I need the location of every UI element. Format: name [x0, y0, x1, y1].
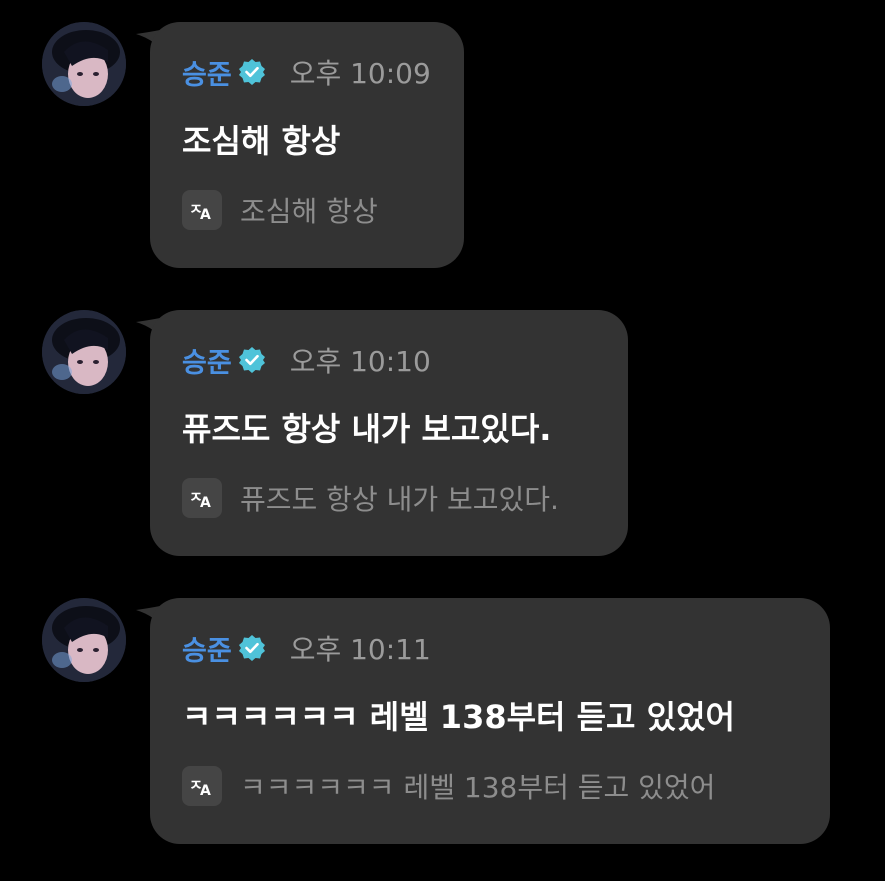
message-header: 승준 오후 10:09: [182, 52, 431, 92]
avatar[interactable]: [42, 310, 126, 394]
verified-badge-icon: [238, 346, 266, 374]
message-time: 오후 10:11: [289, 633, 431, 666]
message-text: 퓨즈도 항상 내가 보고있다.: [182, 410, 552, 448]
translation-text: ㅋㅋㅋㅋㅋㅋ 레벨 138부터 듣고 있었어: [240, 771, 716, 804]
message-bubble[interactable]: 승준 오후 10:10 퓨즈도 항상 내가 보고있다. ㅈ A 퓨즈도 항상 내…: [150, 310, 628, 556]
message-time: 오후 10:10: [289, 345, 431, 378]
sender-name[interactable]: 승준: [182, 629, 232, 668]
svg-text:A: A: [200, 207, 211, 221]
translate-icon[interactable]: ㅈ A: [182, 766, 222, 806]
message-text: 조심해 항상: [182, 122, 341, 160]
translation-row[interactable]: ㅈ A 퓨즈도 항상 내가 보고있다.: [182, 478, 559, 518]
message-text: ㅋㅋㅋㅋㅋㅋ 레벨 138부터 듣고 있었어: [182, 698, 735, 736]
avatar[interactable]: [42, 598, 126, 682]
verified-badge-icon: [238, 58, 266, 86]
translation-text: 퓨즈도 항상 내가 보고있다.: [240, 483, 559, 516]
translation-row[interactable]: ㅈ A 조심해 항상: [182, 190, 378, 230]
translation-row[interactable]: ㅈ A ㅋㅋㅋㅋㅋㅋ 레벨 138부터 듣고 있었어: [182, 766, 715, 806]
sender-name[interactable]: 승준: [182, 53, 232, 92]
svg-text:A: A: [200, 783, 211, 797]
message-header: 승준 오후 10:11: [182, 628, 431, 668]
svg-text:A: A: [200, 495, 211, 509]
message-header: 승준 오후 10:10: [182, 340, 431, 380]
message-time: 오후 10:09: [289, 57, 431, 90]
message-bubble[interactable]: 승준 오후 10:09 조심해 항상 ㅈ A 조심해 항상: [150, 22, 464, 268]
translate-icon[interactable]: ㅈ A: [182, 190, 222, 230]
sender-name[interactable]: 승준: [182, 341, 232, 380]
translate-icon[interactable]: ㅈ A: [182, 478, 222, 518]
avatar[interactable]: [42, 22, 126, 106]
translation-text: 조심해 항상: [240, 195, 378, 228]
verified-badge-icon: [238, 634, 266, 662]
message-bubble[interactable]: 승준 오후 10:11 ㅋㅋㅋㅋㅋㅋ 레벨 138부터 듣고 있었어 ㅈ A ㅋ…: [150, 598, 830, 844]
